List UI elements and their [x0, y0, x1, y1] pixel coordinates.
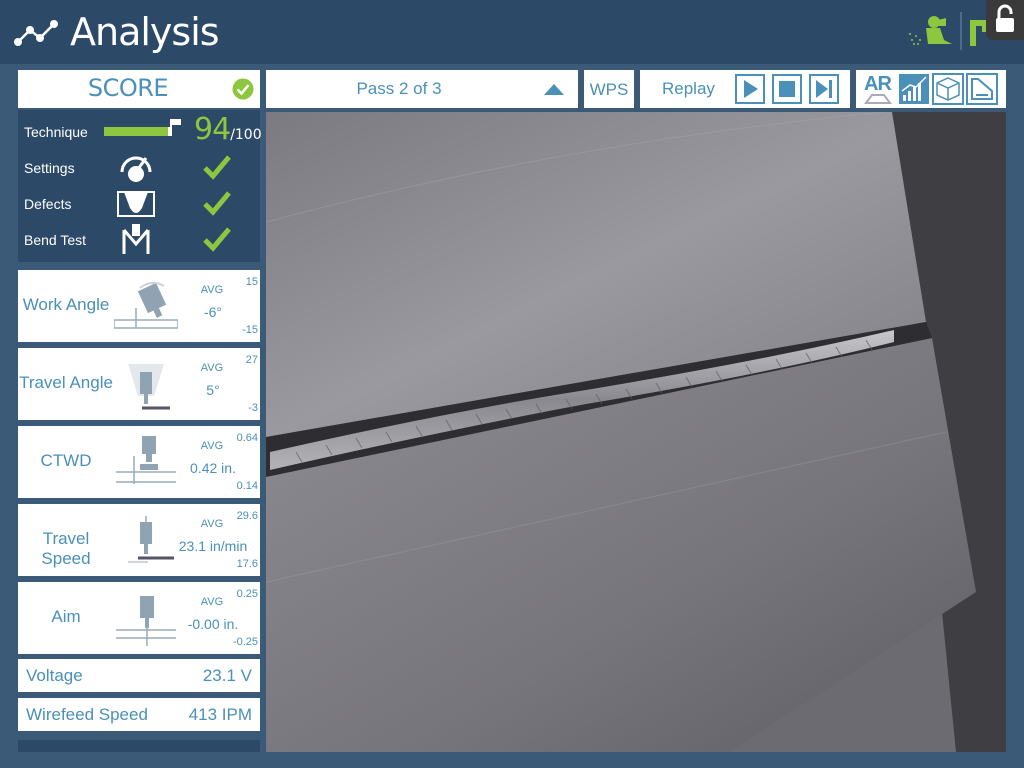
page-title: Analysis: [70, 10, 220, 54]
play-icon[interactable]: [735, 74, 765, 104]
work-angle-card[interactable]: Work Angle AVG -6° 15 -15: [18, 270, 260, 342]
technique-label: Technique: [24, 124, 88, 140]
metric-value: 23.1 in/min: [178, 538, 248, 554]
weld-plates-render: [266, 112, 1006, 752]
voltage-label: Voltage: [26, 666, 83, 685]
metric-max: 27: [245, 354, 258, 366]
ctwd-card[interactable]: CTWD AVG 0.42 in. 0.64 0.14: [18, 426, 260, 498]
voltage-value: 23.1 V: [202, 666, 252, 685]
pass-label: Pass 2 of 3: [356, 79, 442, 98]
avg-label: AVG: [200, 440, 224, 452]
wirefeed-label: Wirefeed Speed: [26, 705, 148, 724]
travel-angle-card[interactable]: Travel Angle AVG 5° 27 -3: [18, 348, 260, 420]
metric-value: -6°: [203, 304, 223, 320]
metric-min: 0.14: [236, 480, 258, 492]
3d-view-icon[interactable]: [932, 73, 964, 105]
cross-section-view-icon[interactable]: [966, 73, 998, 105]
replay-controls: Replay: [640, 70, 850, 108]
voltage-row[interactable]: Voltage 23.1 V: [18, 659, 260, 692]
replay-label: Replay: [662, 79, 715, 98]
bend-test-label: Bend Test: [24, 232, 87, 248]
weld-3d-viewport[interactable]: [266, 112, 1006, 752]
metric-value: -0.00 in.: [187, 616, 239, 632]
top-bar: Analysis: [0, 0, 1024, 64]
score-header[interactable]: SCORE: [18, 70, 260, 108]
wirefeed-row[interactable]: Wirefeed Speed 413 IPM: [18, 698, 260, 731]
wps-button[interactable]: WPS: [584, 70, 634, 108]
metric-label: Aim: [51, 607, 81, 626]
metric-value: 5°: [206, 382, 220, 398]
aim-card[interactable]: Aim AVG -0.00 in. 0.25 -0.25: [18, 582, 260, 654]
metric-max: 0.25: [236, 588, 258, 600]
settings-label: Settings: [24, 160, 75, 176]
skip-forward-icon[interactable]: [809, 74, 839, 104]
defects-check-icon: [203, 191, 231, 216]
bend-test-check-icon: [203, 227, 231, 252]
metric-min: -3: [248, 402, 258, 414]
avg-label: AVG: [200, 596, 224, 608]
technique-score-value: 94: [194, 112, 231, 147]
avg-label: AVG: [200, 518, 224, 530]
metric-min: -0.25: [232, 636, 258, 648]
technique-progress-fill: [104, 127, 168, 136]
analysis-logo-icon: [14, 20, 58, 46]
view-mode-toolbar: AR: [856, 70, 1006, 108]
technique-score: 94/100: [194, 112, 262, 147]
flag-icon: [170, 119, 181, 136]
lock-button[interactable]: [986, 0, 1024, 40]
graph-view-icon[interactable]: [898, 73, 930, 105]
settings-check-icon: [203, 155, 231, 180]
wirefeed-value: 413 IPM: [188, 705, 252, 724]
metric-label: Travel Angle: [19, 373, 113, 392]
ar-base-icon: [864, 94, 892, 104]
metric-label: Work Angle: [22, 295, 110, 314]
ar-view-button[interactable]: AR: [862, 73, 894, 105]
metric-max: 0.64: [236, 432, 258, 444]
pass-selector[interactable]: Pass 2 of 3: [266, 70, 578, 108]
gauge-icon: [120, 156, 152, 182]
metric-min: -15: [242, 324, 258, 336]
chevron-up-icon: [544, 84, 564, 95]
bend-test-icon: [122, 224, 150, 254]
metric-max: 15: [245, 276, 258, 288]
metric-label: Travel Speed: [41, 529, 91, 568]
metric-min: 17.6: [236, 558, 258, 570]
travel-speed-card[interactable]: Travel Speed AVG 23.1 in/min 29.6 17.6: [18, 504, 260, 576]
scroll-indicator: [18, 740, 260, 752]
technique-progress-bar: [104, 127, 172, 136]
score-panel: Technique 94/100 Settings Defects Bend T…: [18, 110, 262, 262]
metric-max: 29.6: [236, 510, 258, 522]
avg-label: AVG: [200, 362, 224, 374]
check-circle-icon: [232, 78, 254, 100]
wps-label: WPS: [589, 80, 629, 99]
stop-icon[interactable]: [772, 74, 802, 104]
metric-label: CTWD: [40, 451, 92, 470]
weld-defect-icon: [117, 191, 155, 217]
divider: [960, 12, 962, 50]
metric-value: 0.42 in.: [190, 460, 236, 476]
technique-score-max: /100: [230, 127, 262, 143]
defects-label: Defects: [24, 196, 72, 212]
lock-icon: [996, 4, 1014, 32]
welder-icon[interactable]: [908, 14, 954, 48]
score-title: SCORE: [87, 74, 169, 102]
avg-label: AVG: [200, 284, 224, 296]
